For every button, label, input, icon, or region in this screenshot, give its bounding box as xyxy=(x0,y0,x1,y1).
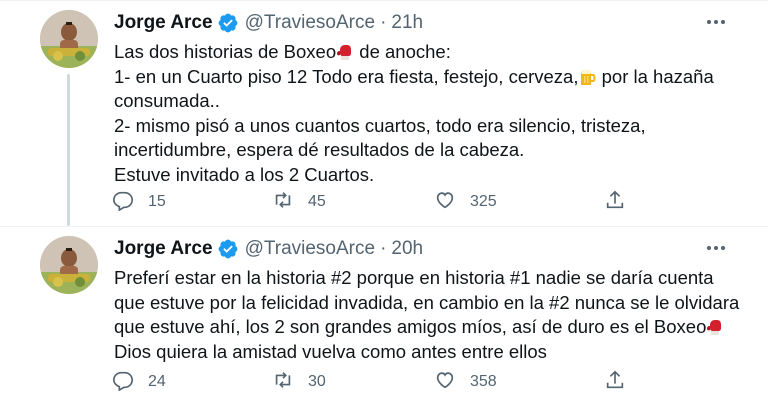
timestamp[interactable]: 21h xyxy=(391,12,423,34)
reply-button[interactable]: 24 xyxy=(112,368,166,396)
share-button[interactable] xyxy=(604,368,626,396)
tweet-text-line: Dios quiera la amistad vuelva como antes… xyxy=(114,340,547,362)
like-count: 358 xyxy=(470,373,497,390)
tweet-actions: 15 45 325 xyxy=(112,188,632,218)
tweet[interactable]: Jorge Arce @TraviesoArce · 21h Las dos h… xyxy=(0,0,768,226)
avatar-image xyxy=(40,10,98,68)
tweet-text: Preferí estar en la historia #2 porque e… xyxy=(114,266,740,364)
tweet-text-line: Preferí estar en la historia #2 porque e… xyxy=(114,267,714,288)
tweet-text-line: que estuve por la felicidad invadida, en… xyxy=(114,291,740,313)
retweet-count: 30 xyxy=(308,373,326,390)
verified-icon xyxy=(217,238,239,260)
tweet-text-line: por la hazaña xyxy=(596,65,714,87)
author-name[interactable]: Jorge Arce xyxy=(114,12,213,34)
avatar[interactable] xyxy=(40,10,98,68)
more-icon[interactable] xyxy=(704,238,728,258)
beer-mug-icon xyxy=(579,68,597,86)
retweet-button[interactable]: 30 xyxy=(272,368,326,396)
like-count: 325 xyxy=(470,193,497,210)
author-handle[interactable]: @TraviesoArce xyxy=(245,238,376,260)
tweet-text-line: 2- mismo pisó a unos cuantos cuartos, to… xyxy=(114,114,646,136)
reply-count: 15 xyxy=(148,193,166,210)
like-icon xyxy=(434,369,456,396)
reply-button[interactable]: 15 xyxy=(112,188,166,216)
reply-icon xyxy=(112,189,134,216)
thread-line xyxy=(67,74,70,226)
tweet-text: Las dos historias de Boxeo de anoche: 1-… xyxy=(114,40,734,187)
tweet-text-line: 1- en un Cuarto piso 12 Todo era fiesta,… xyxy=(114,65,579,87)
separator-dot: · xyxy=(380,12,387,33)
tweet-header: Jorge Arce @TraviesoArce · 20h xyxy=(114,236,423,262)
avatar[interactable] xyxy=(40,236,98,294)
tweet-text-line: incertidumbre, espera dé resultados de l… xyxy=(114,139,525,160)
boxing-glove-icon xyxy=(706,318,724,336)
tweet-text-line: Las dos historias de Boxeo xyxy=(114,41,337,62)
more-icon[interactable] xyxy=(704,12,728,32)
tweet[interactable]: Jorge Arce @TraviesoArce · 20h Preferí e… xyxy=(0,226,768,400)
reply-icon xyxy=(112,369,134,396)
avatar-image xyxy=(40,236,98,294)
tweet-text-line: de anoche: xyxy=(354,41,451,62)
tweet-actions: 24 30 358 xyxy=(112,368,632,398)
like-icon xyxy=(434,189,456,216)
retweet-icon xyxy=(272,189,294,216)
share-icon xyxy=(604,369,626,396)
boxing-glove-icon xyxy=(336,43,354,61)
tweet-text-line: Estuve invitado a los 2 Cuartos. xyxy=(114,163,375,185)
verified-icon xyxy=(217,12,239,34)
tweet-text-line: que estuve ahí, los 2 son grandes amigos… xyxy=(114,316,707,337)
retweet-count: 45 xyxy=(308,193,326,210)
separator-dot: · xyxy=(380,238,387,259)
retweet-button[interactable]: 45 xyxy=(272,188,326,216)
like-button[interactable]: 358 xyxy=(434,368,497,396)
like-button[interactable]: 325 xyxy=(434,188,497,216)
author-handle[interactable]: @TraviesoArce xyxy=(245,12,376,34)
timestamp[interactable]: 20h xyxy=(391,238,423,260)
share-button[interactable] xyxy=(604,188,626,216)
reply-count: 24 xyxy=(148,373,166,390)
author-name[interactable]: Jorge Arce xyxy=(114,238,213,260)
tweet-text-line: consumada.. xyxy=(114,90,220,111)
share-icon xyxy=(604,189,626,216)
retweet-icon xyxy=(272,369,294,396)
tweet-header: Jorge Arce @TraviesoArce · 21h xyxy=(114,10,423,36)
